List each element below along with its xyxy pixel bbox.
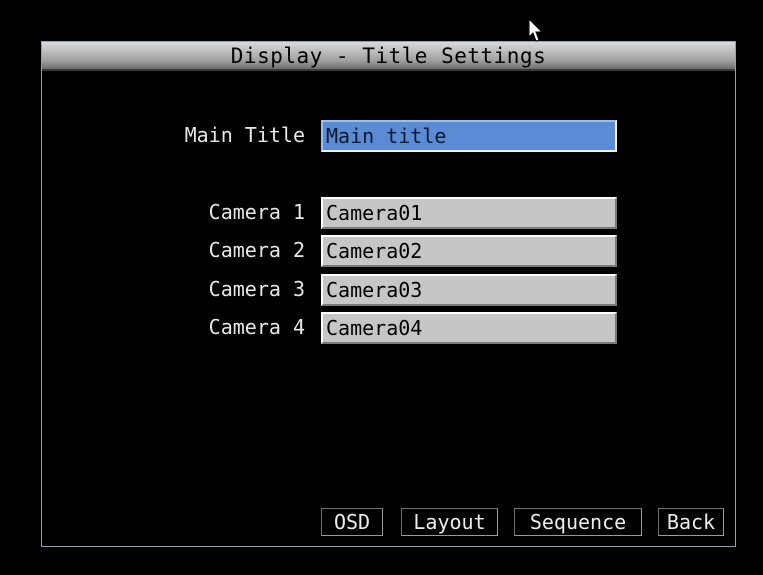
- main-title-label: Main Title: [184, 123, 305, 147]
- sequence-button[interactable]: Sequence: [514, 508, 642, 536]
- camera-2-field[interactable]: Camera02: [321, 235, 617, 267]
- camera-1-field[interactable]: Camera01: [321, 197, 617, 229]
- camera-3-field[interactable]: Camera03: [321, 274, 617, 306]
- title-settings-dialog: Display - Title Settings Main Title Main…: [41, 41, 736, 547]
- osd-button[interactable]: OSD: [321, 508, 383, 536]
- camera-2-label: Camera 2: [208, 238, 305, 262]
- dialog-title: Display - Title Settings: [230, 44, 547, 68]
- main-title-field[interactable]: Main title: [321, 120, 617, 152]
- back-button[interactable]: Back: [658, 508, 724, 536]
- camera-3-label: Camera 3: [208, 277, 305, 301]
- dvr-screen: Display - Title Settings Main Title Main…: [0, 0, 763, 575]
- mouse-pointer-icon: [528, 18, 544, 42]
- layout-button[interactable]: Layout: [401, 508, 498, 536]
- camera-4-label: Camera 4: [208, 315, 305, 339]
- camera-4-field[interactable]: Camera04: [321, 312, 617, 344]
- camera-1-label: Camera 1: [208, 200, 305, 224]
- dialog-title-bar: Display - Title Settings: [42, 42, 735, 71]
